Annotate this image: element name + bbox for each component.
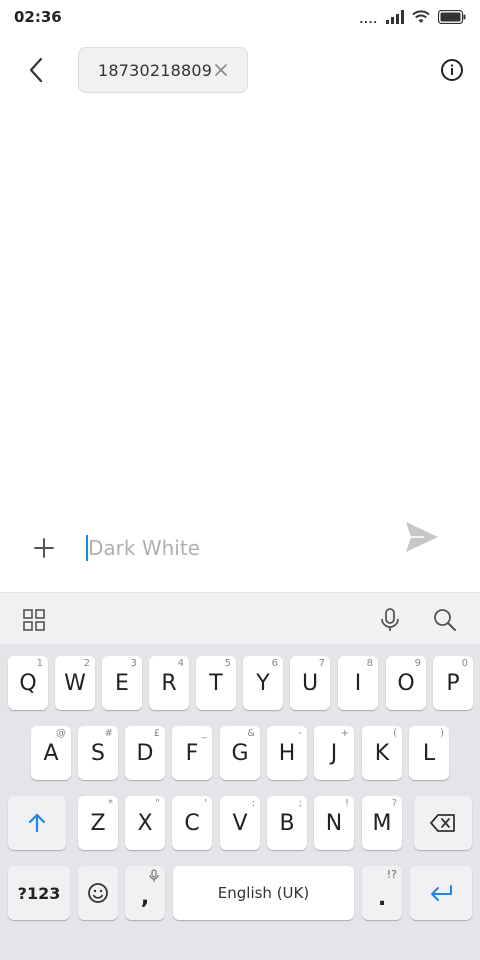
key-b[interactable]: ; B	[267, 796, 307, 850]
key-m[interactable]: ? M	[362, 796, 402, 850]
comma-key[interactable]: ,	[125, 866, 165, 920]
key-r[interactable]: 4 R	[149, 656, 189, 710]
close-icon[interactable]	[213, 62, 229, 78]
key-n[interactable]: ! N	[314, 796, 354, 850]
key-l[interactable]: ) L	[409, 726, 449, 780]
key-q[interactable]: 1 Q	[8, 656, 48, 710]
key-e[interactable]: 3 E	[102, 656, 142, 710]
emoji-key[interactable]	[78, 866, 118, 920]
key-o[interactable]: 9 O	[386, 656, 426, 710]
key-s[interactable]: # S	[78, 726, 118, 780]
add-attachment-button[interactable]	[32, 536, 56, 560]
keyboard-toolbar	[0, 592, 480, 644]
space-key[interactable]: English (UK)	[173, 866, 354, 920]
key-y[interactable]: 6 Y	[243, 656, 283, 710]
microphone-icon	[149, 869, 159, 882]
search-icon[interactable]	[432, 607, 458, 633]
key-i[interactable]: 8 I	[338, 656, 378, 710]
soft-keyboard: 1 Q 2 W 3 E 4 R 5 T 6 Y 7 U 8 I 9 O 0 P …	[0, 644, 480, 960]
text-cursor	[86, 535, 88, 561]
key-g[interactable]: & G	[220, 726, 260, 780]
key-h[interactable]: - H	[267, 726, 307, 780]
enter-icon	[431, 885, 452, 901]
chevron-left-icon	[29, 57, 43, 83]
emoji-icon	[88, 883, 108, 903]
recipient-chip[interactable]: 18730218809	[78, 47, 248, 93]
key-w[interactable]: 2 W	[55, 656, 95, 710]
microphone-icon[interactable]	[378, 607, 402, 633]
back-button[interactable]	[18, 52, 54, 88]
key-k[interactable]: ( K	[362, 726, 402, 780]
grid-icon[interactable]	[22, 608, 46, 632]
send-icon[interactable]	[404, 520, 440, 554]
signal-icon	[386, 10, 404, 24]
key-c[interactable]: ' C	[172, 796, 212, 850]
shift-arrow-icon	[28, 813, 46, 833]
key-x[interactable]: " X	[125, 796, 165, 850]
status-time: 02:36	[14, 8, 62, 26]
key-d[interactable]: £ D	[125, 726, 165, 780]
backspace-icon	[430, 814, 455, 832]
battery-icon	[438, 10, 466, 24]
status-bar: 02:36 ....	[0, 0, 480, 34]
enter-key[interactable]	[410, 866, 472, 920]
wifi-icon	[412, 10, 430, 23]
key-a[interactable]: @ A	[31, 726, 71, 780]
shift-key[interactable]	[8, 796, 66, 850]
key-z[interactable]: * Z	[78, 796, 118, 850]
key-t[interactable]: 5 T	[196, 656, 236, 710]
backspace-key[interactable]	[414, 796, 472, 850]
recipient-number: 18730218809	[98, 60, 213, 80]
network-activity-indicator: ....	[359, 10, 378, 26]
period-key[interactable]: !? .	[362, 866, 402, 920]
info-icon[interactable]	[440, 58, 464, 82]
key-u[interactable]: 7 U	[290, 656, 330, 710]
status-icons: ....	[360, 8, 466, 26]
key-f[interactable]: _ F	[172, 726, 212, 780]
message-input[interactable]	[84, 530, 374, 566]
symbols-key[interactable]: ?123	[8, 866, 70, 920]
key-v[interactable]: : V	[220, 796, 260, 850]
messaging-screen: 02:36 .... 18730218809 Dark White 1 Q 2 …	[0, 0, 480, 960]
key-p[interactable]: 0 P	[433, 656, 473, 710]
key-j[interactable]: + J	[314, 726, 354, 780]
